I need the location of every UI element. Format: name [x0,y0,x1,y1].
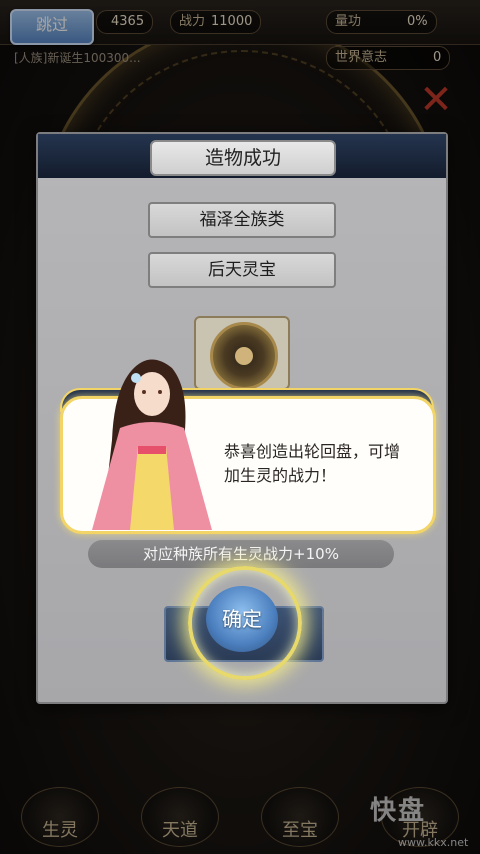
dialogue-text: 恭喜创造出轮回盘，可增加生灵的战力！ [224,442,401,485]
confirm-button[interactable]: 确定 [206,586,278,652]
guide-character-portrait [92,359,212,530]
effect-description: 对应种族所有生灵战力+10% [88,540,394,568]
modal-title: 造物成功 [150,140,336,176]
treasure-category: 福泽全族类 [148,202,336,238]
treasure-type: 后天灵宝 [148,252,336,288]
